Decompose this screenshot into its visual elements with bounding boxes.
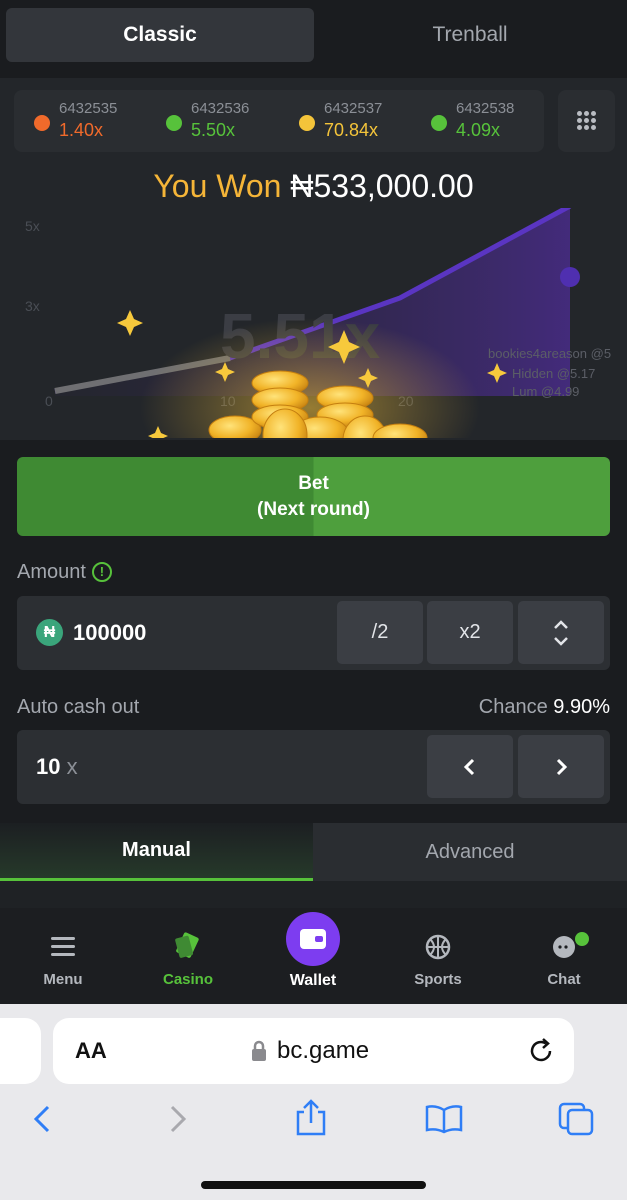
currency-icon: ₦ bbox=[36, 619, 63, 646]
nav-menu[interactable]: Menu bbox=[8, 908, 118, 1004]
grid-icon bbox=[577, 111, 582, 116]
text-size-button[interactable]: AA bbox=[75, 1038, 107, 1064]
win-banner: You Won ₦533,000.00 bbox=[0, 168, 627, 205]
basketball-icon bbox=[425, 934, 451, 960]
game-mode-tabs: Classic Trenball bbox=[0, 0, 627, 70]
previous-tab-stub[interactable] bbox=[0, 1018, 41, 1084]
auto-cash-out-field[interactable]: 10 x bbox=[17, 730, 610, 804]
url-text: bc.game bbox=[277, 1037, 370, 1064]
up-down-chevron-icon bbox=[554, 619, 568, 646]
amount-field[interactable]: ₦ 100000 /2 x2 bbox=[17, 596, 610, 670]
address-bar[interactable]: AA bc.game bbox=[53, 1018, 574, 1084]
wallet-icon bbox=[300, 929, 326, 949]
round-multiplier: 5.50x bbox=[191, 120, 236, 140]
tab-advanced[interactable]: Advanced bbox=[313, 823, 627, 881]
chance-value: 9.90% bbox=[553, 696, 610, 718]
player-cashout: Hidden @5.17 bbox=[512, 366, 595, 381]
nav-casino[interactable]: Casino bbox=[133, 908, 243, 1004]
round-multiplier: 4.09x bbox=[456, 120, 501, 140]
reload-icon[interactable] bbox=[529, 1037, 555, 1065]
history-grid-button[interactable] bbox=[558, 90, 615, 152]
chat-icon bbox=[553, 932, 589, 958]
chevron-left-icon bbox=[463, 758, 475, 775]
player-cashout: Lum @4.99 bbox=[512, 384, 579, 399]
round-history: 6432535 1.40x 6432536 5.50x 6432537 70.8… bbox=[14, 90, 544, 152]
win-label: You Won bbox=[153, 168, 282, 204]
bet-button-sublabel: (Next round) bbox=[257, 498, 370, 520]
amount-label: Amount! bbox=[17, 561, 112, 584]
crash-curve: 5.51x bbox=[54, 208, 611, 438]
home-indicator bbox=[201, 1181, 426, 1189]
cash-out-value[interactable]: 10 x bbox=[36, 754, 78, 780]
round-multiplier: 70.84x bbox=[324, 120, 379, 140]
wallet-button[interactable] bbox=[286, 912, 340, 966]
win-amount: ₦533,000.00 bbox=[290, 168, 474, 204]
chance-display: Chance 9.90% bbox=[478, 696, 610, 718]
amount-value[interactable]: 100000 bbox=[73, 620, 146, 646]
round-id: 6432536 bbox=[191, 100, 250, 117]
bet-button[interactable]: Bet (Next round) bbox=[17, 457, 610, 536]
menu-icon bbox=[51, 937, 75, 956]
status-dot bbox=[299, 115, 315, 131]
tabs-icon[interactable] bbox=[558, 1102, 596, 1136]
casino-cards-icon bbox=[175, 932, 199, 958]
status-dot bbox=[166, 115, 182, 131]
browser-toolbar: AA bc.game bbox=[0, 1004, 627, 1200]
increase-button[interactable] bbox=[518, 735, 604, 798]
status-dot bbox=[431, 115, 447, 131]
nav-chat[interactable]: Chat bbox=[509, 908, 619, 1004]
nav-sports[interactable]: Sports bbox=[383, 908, 493, 1004]
forward-icon[interactable] bbox=[166, 1104, 190, 1134]
round-id: 6432535 bbox=[59, 100, 118, 117]
bookmarks-icon[interactable] bbox=[424, 1104, 464, 1134]
lock-icon bbox=[252, 1040, 266, 1061]
back-icon[interactable] bbox=[30, 1104, 54, 1134]
bet-button-label: Bet bbox=[298, 472, 329, 494]
info-icon[interactable]: ! bbox=[91, 562, 112, 582]
round-id: 6432537 bbox=[324, 100, 383, 117]
chevron-right-icon bbox=[556, 758, 568, 775]
status-dot bbox=[34, 115, 50, 131]
notification-dot bbox=[575, 932, 589, 946]
bet-mode-tabs: Manual Advanced bbox=[0, 823, 627, 881]
share-icon[interactable] bbox=[294, 1099, 328, 1137]
crash-graph: 5x 3x 0 10 20 bbox=[0, 208, 627, 438]
player-cashout: bookies4areason @5 bbox=[488, 346, 611, 361]
round-id: 6432538 bbox=[456, 100, 515, 117]
game-panel: 6432535 1.40x 6432536 5.50x 6432537 70.8… bbox=[0, 78, 627, 440]
round-multiplier: 1.40x bbox=[59, 120, 104, 140]
tab-classic[interactable]: Classic bbox=[6, 8, 314, 62]
decrease-button[interactable] bbox=[427, 735, 513, 798]
amount-slider-button[interactable] bbox=[518, 601, 604, 664]
tab-trenball[interactable]: Trenball bbox=[320, 8, 620, 62]
halve-button[interactable]: /2 bbox=[337, 601, 423, 664]
double-button[interactable]: x2 bbox=[427, 601, 513, 664]
auto-cash-out-label: Auto cash out bbox=[17, 696, 140, 718]
tab-manual[interactable]: Manual bbox=[0, 823, 313, 881]
